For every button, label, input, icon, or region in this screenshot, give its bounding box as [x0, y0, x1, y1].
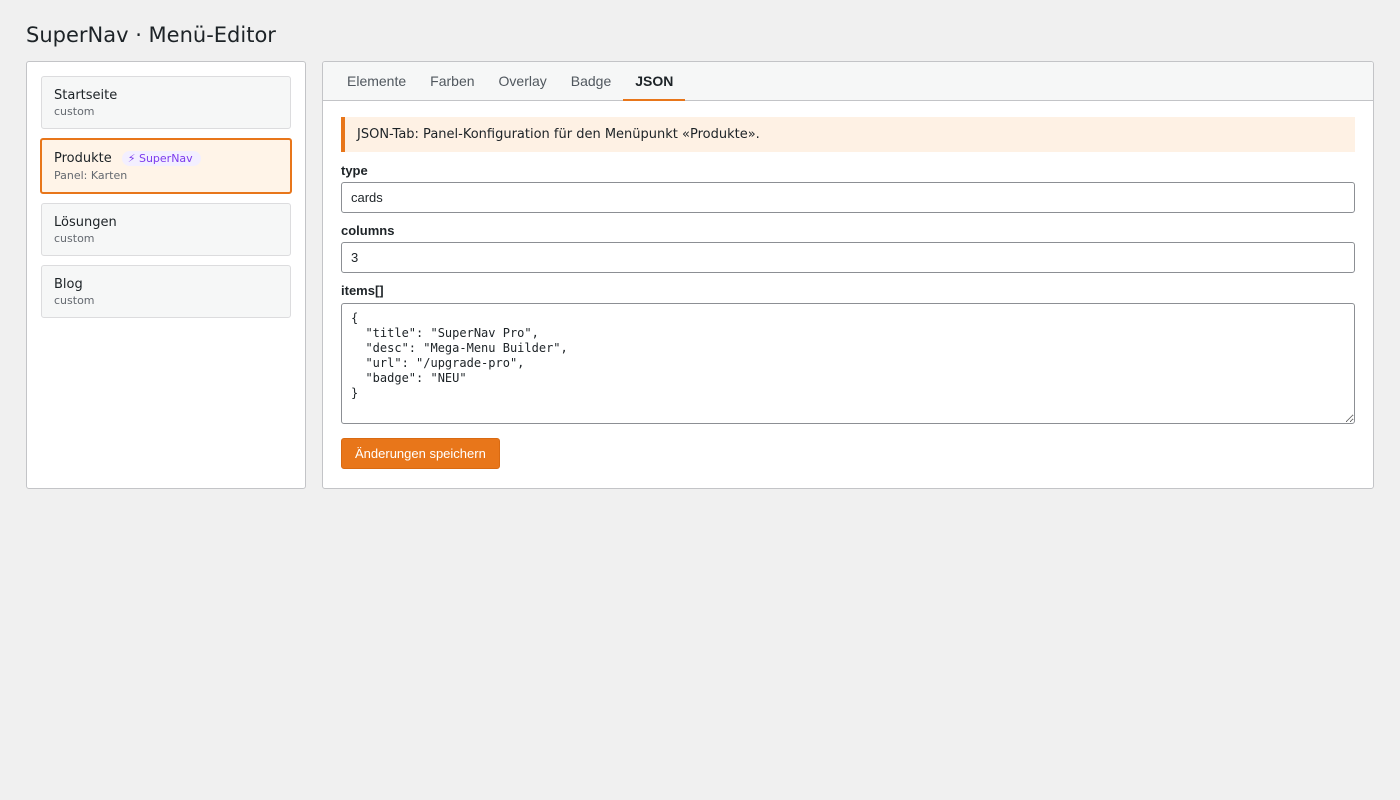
- columns-input[interactable]: [341, 242, 1355, 273]
- menu-item-blog[interactable]: Blog custom: [41, 265, 291, 318]
- columns-label: columns: [341, 223, 395, 238]
- menu-item-loesungen[interactable]: Lösungen custom: [41, 203, 291, 256]
- menu-item-label: Startseite: [54, 87, 118, 103]
- editor-tabs: Elemente Farben Overlay Badge JSON: [323, 62, 1373, 101]
- menu-item-produkte[interactable]: Produkte ⚡ SuperNav Panel: Karten: [40, 138, 292, 194]
- info-notice: JSON-Tab: Panel-Konfiguration für den Me…: [341, 117, 1355, 152]
- type-label: type: [341, 163, 368, 178]
- tab-elemente[interactable]: Elemente: [335, 62, 418, 100]
- tab-badge[interactable]: Badge: [559, 62, 623, 100]
- type-input[interactable]: [341, 182, 1355, 213]
- tab-overlay[interactable]: Overlay: [487, 62, 559, 100]
- items-label: items[]: [341, 283, 384, 298]
- menu-items-sidebar: Startseite custom Produkte ⚡ SuperNav Pa…: [26, 61, 306, 489]
- page-title: SuperNav · Menü-Editor: [26, 23, 276, 47]
- tab-json[interactable]: JSON: [623, 62, 686, 101]
- menu-item-type: custom: [54, 105, 95, 118]
- menu-item-label: Lösungen: [54, 214, 117, 230]
- json-tab-content: JSON-Tab: Panel-Konfiguration für den Me…: [323, 101, 1373, 469]
- menu-item-type: Panel: Karten: [54, 169, 128, 182]
- menu-item-label: Blog: [54, 276, 83, 292]
- tab-farben[interactable]: Farben: [418, 62, 486, 100]
- menu-item-type: custom: [54, 232, 95, 245]
- editor-panel: Elemente Farben Overlay Badge JSON JSON-…: [322, 61, 1374, 489]
- save-button[interactable]: Änderungen speichern: [341, 438, 500, 469]
- menu-item-startseite[interactable]: Startseite custom: [41, 76, 291, 129]
- menu-item-type: custom: [54, 294, 95, 307]
- supernav-badge: ⚡ SuperNav: [121, 150, 201, 166]
- menu-item-label: Produkte: [54, 150, 112, 166]
- items-json-textarea[interactable]: { "title": "SuperNav Pro", "desc": "Mega…: [341, 303, 1355, 424]
